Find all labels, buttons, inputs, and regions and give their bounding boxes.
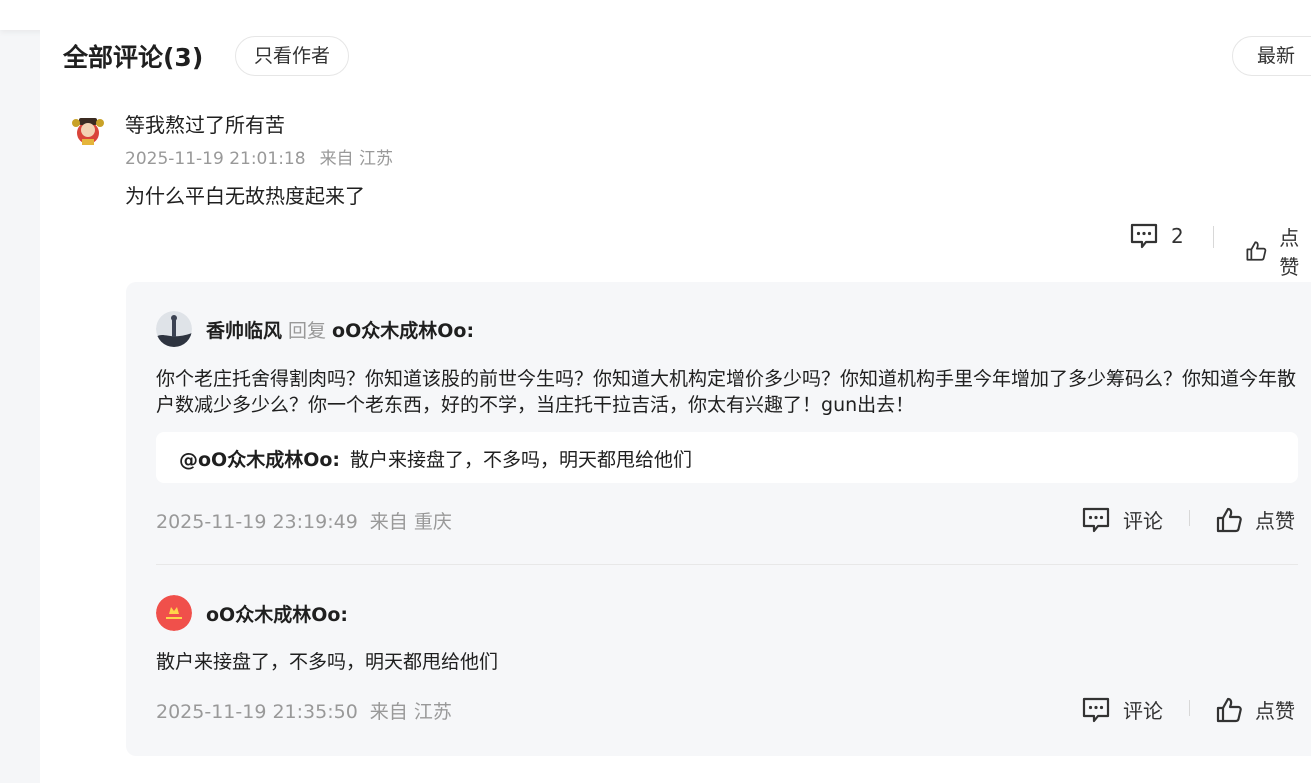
quoted-comment: @oO众木成林Oo: 散户来接盘了，不多吗，明天都甩给他们 — [156, 432, 1298, 483]
reply-divider — [156, 564, 1298, 565]
reply-location: 来自 江苏 — [369, 701, 452, 723]
comment-icon — [1082, 507, 1110, 532]
action-divider — [1213, 226, 1214, 248]
thumbs-up-icon — [1246, 241, 1267, 261]
comment-icon — [1130, 223, 1158, 249]
reply-content: 散户来接盘了，不多吗，明天都甩给他们 — [156, 651, 499, 673]
comment-content: 为什么平白无故热度起来了 — [125, 184, 365, 208]
avatar[interactable] — [156, 595, 192, 631]
like-label: 点赞 — [1255, 509, 1295, 533]
reply-word: 回复 — [288, 320, 327, 342]
comment-icon — [1082, 697, 1110, 722]
comment-meta: 2025-11-19 21:01:18 来自 江苏 — [125, 144, 407, 169]
top-bar — [0, 0, 1311, 30]
reply-meta: 2025-11-19 21:35:50 来自 江苏 — [156, 697, 464, 724]
reply-content: 你个老庄托舍得割肉吗？你知道该股的前世今生吗？你知道大机构定增价多少吗？你知道机… — [156, 368, 1297, 416]
action-divider — [1189, 510, 1190, 526]
comments-title: 全部评论(3) — [63, 43, 204, 72]
comment-location: 来自 江苏 — [319, 149, 393, 169]
sort-latest-button[interactable]: 最新 — [1232, 36, 1311, 76]
reply-username[interactable]: oO众木成林Oo: — [206, 600, 348, 627]
reply-username[interactable]: 香帅临风 — [206, 320, 282, 342]
only-author-button[interactable]: 只看作者 — [235, 36, 349, 76]
reply-time: 2025-11-19 21:35:50 — [156, 701, 358, 723]
like-label: 点赞 — [1279, 226, 1300, 279]
reply-like-button[interactable]: 点赞 — [1215, 505, 1295, 534]
like-button[interactable]: 点赞 — [1245, 222, 1311, 280]
thumbs-up-icon — [1216, 697, 1242, 722]
quoted-username[interactable]: @oO众木成林Oo: — [179, 449, 340, 471]
comment-count-button[interactable]: 2 — [1129, 222, 1184, 250]
thumbs-up-icon — [1216, 507, 1242, 532]
action-divider — [1189, 700, 1190, 716]
reply-comment-button[interactable]: 评论 — [1081, 505, 1163, 534]
avatar[interactable] — [70, 113, 106, 149]
comment-count: 2 — [1171, 224, 1184, 248]
reply-meta: 2025-11-19 23:19:49 来自 重庆 — [156, 507, 464, 534]
quoted-text: 散户来接盘了，不多吗，明天都甩给他们 — [350, 449, 693, 471]
reply-like-button[interactable]: 点赞 — [1215, 695, 1295, 724]
comment-label: 评论 — [1123, 509, 1163, 533]
comment-username[interactable]: 等我熬过了所有苦 — [125, 109, 285, 138]
reply-time: 2025-11-19 23:19:49 — [156, 511, 358, 533]
reply-header: 香帅临风 回复 oO众木成林Oo: — [206, 316, 474, 343]
reply-to-username[interactable]: oO众木成林Oo: — [332, 320, 474, 342]
reply-location: 来自 重庆 — [369, 511, 452, 533]
comment-time: 2025-11-19 21:01:18 — [125, 149, 306, 169]
like-label: 点赞 — [1255, 699, 1295, 723]
reply-comment-button[interactable]: 评论 — [1081, 695, 1163, 724]
avatar[interactable] — [156, 311, 192, 347]
comment-label: 评论 — [1123, 699, 1163, 723]
